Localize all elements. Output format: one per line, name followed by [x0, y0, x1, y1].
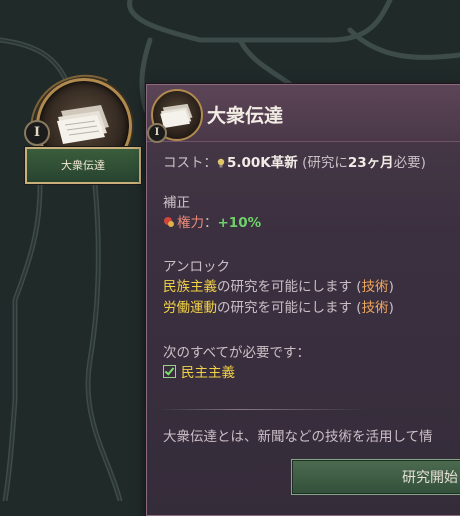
modifiers-heading: 補正: [163, 195, 190, 211]
cost-open: (研究に: [297, 155, 348, 171]
power-icon: [164, 217, 174, 227]
unlock-close: ): [388, 300, 394, 316]
cost-line: コスト： 5.00K革新 (研究に23ヶ月必要): [163, 151, 426, 171]
unlock-tag[interactable]: 技術: [362, 279, 389, 295]
newspaper-icon: [57, 105, 109, 144]
unlock-tag[interactable]: 技術: [362, 300, 389, 316]
unlocks-heading: アンロック: [163, 259, 230, 275]
tech-description: 大衆伝達とは、新聞などの技術を活用して情: [163, 429, 433, 445]
tooltip-header: I 大衆伝達: [147, 85, 460, 143]
unlock-text: の研究を可能にします (: [217, 300, 362, 316]
unlock-text: の研究を可能にします (: [217, 279, 362, 295]
unlock-item: 労働運動の研究を可能にします (技術): [163, 296, 394, 316]
newspaper-icon: [160, 103, 193, 129]
tooltip-title: 大衆伝達: [207, 105, 284, 127]
modifier-item: 権力：+10%: [163, 211, 261, 231]
tech-node-label[interactable]: 大衆伝達: [25, 147, 141, 184]
requirement-link[interactable]: 民主主義: [181, 365, 235, 381]
tier-badge: I: [24, 120, 50, 146]
unlock-close: ): [388, 279, 394, 295]
tooltip-divider: [157, 409, 367, 410]
modifier-value: +10%: [217, 215, 262, 231]
requirements-heading: 次のすべてが必要です：: [163, 345, 311, 361]
research-button[interactable]: 研究開始: [291, 459, 460, 495]
requirement-item: 民主主義: [163, 361, 235, 381]
unlock-tech-link[interactable]: 民族主義: [163, 279, 217, 295]
cost-prefix: コスト：: [163, 155, 217, 171]
unlock-tech-link[interactable]: 労働運動: [163, 300, 217, 316]
modifier-sep: ：: [204, 215, 218, 231]
tech-node-mass-communication[interactable]: I 大衆伝達: [22, 78, 142, 188]
tier-badge: I: [147, 123, 167, 143]
unlock-item: 民族主義の研究を可能にします (技術): [163, 275, 394, 295]
cost-suffix: 必要): [393, 155, 426, 171]
tech-tooltip: I 大衆伝達 コスト： 5.00K革新 (研究に23ヶ月必要) 補正 権力：+10…: [146, 84, 460, 516]
modifier-label: 権力: [177, 215, 204, 231]
checkmark-icon: [163, 365, 176, 378]
lightbulb-icon: [217, 158, 225, 168]
cost-months: 23ヶ月: [347, 155, 394, 171]
cost-amount: 5.00K革新: [227, 155, 298, 171]
